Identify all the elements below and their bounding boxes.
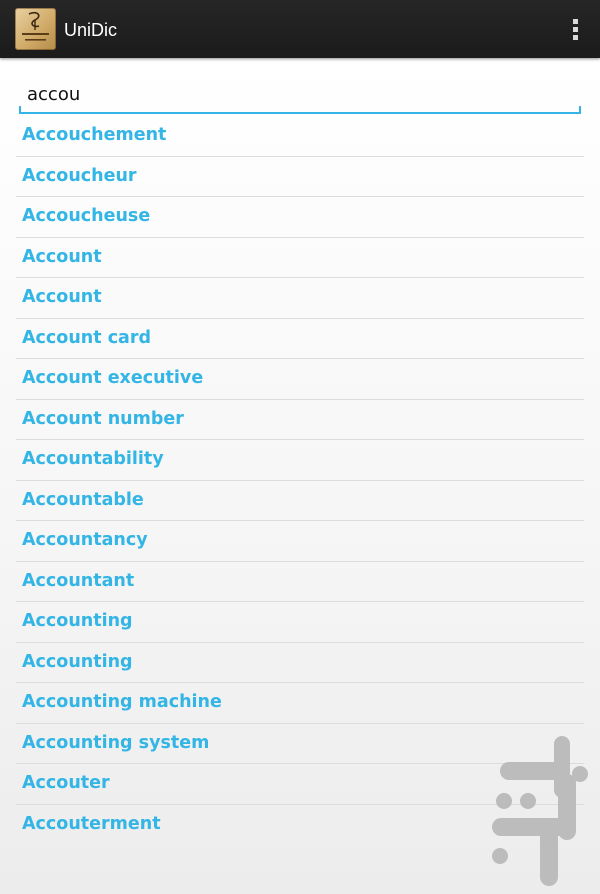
result-item[interactable]: Accoucheur [16,157,584,197]
result-item[interactable]: Accounting [16,602,584,643]
result-label[interactable]: Accouter [22,773,110,793]
result-item[interactable]: Accountable [16,481,584,521]
result-label[interactable]: Accounting [22,611,133,631]
result-item[interactable]: Accounting machine [16,683,584,724]
result-label[interactable]: Accoucheur [22,166,137,186]
result-item[interactable]: Account number [16,400,584,440]
search-input[interactable] [27,84,567,105]
main-content: Accouchement Accoucheur Accoucheuse Account… [0,58,600,894]
result-item[interactable]: Accountant [16,562,584,602]
result-item[interactable]: Accounting [16,643,584,683]
app-logo-icon[interactable] [15,8,56,50]
store-logo-watermark-icon [492,736,588,886]
result-label[interactable]: Accountant [22,571,134,591]
search-field[interactable] [19,80,581,114]
app-title: UniDic [64,20,118,40]
action-bar: UniDic [0,0,600,58]
result-label[interactable]: Accountable [22,490,144,510]
result-item[interactable]: Account [16,238,584,278]
more-vert-icon[interactable] [568,16,584,42]
result-label[interactable]: Accounting [22,652,133,672]
result-item[interactable]: Accountability [16,440,584,481]
result-label[interactable]: Accounting system [22,733,209,753]
result-item[interactable]: Accountancy [16,521,584,562]
result-item[interactable]: Accouchement [16,116,584,157]
result-label[interactable]: Account [22,247,102,267]
result-label[interactable]: Accouchement [22,125,166,145]
result-label[interactable]: Account executive [22,368,203,388]
result-label[interactable]: Accoucheuse [22,206,150,226]
result-label[interactable]: Account [22,287,102,307]
result-item[interactable]: Account executive [16,359,584,400]
result-label[interactable]: Accounting machine [22,692,222,712]
result-label[interactable]: Accouterment [22,814,161,834]
result-item[interactable]: Accoucheuse [16,197,584,238]
result-label[interactable]: Account card [22,328,151,348]
result-label[interactable]: Accountancy [22,530,148,550]
result-label[interactable]: Accountability [22,449,164,469]
result-item[interactable]: Account [16,278,584,319]
result-item[interactable]: Account card [16,319,584,359]
result-label[interactable]: Account number [22,409,184,429]
